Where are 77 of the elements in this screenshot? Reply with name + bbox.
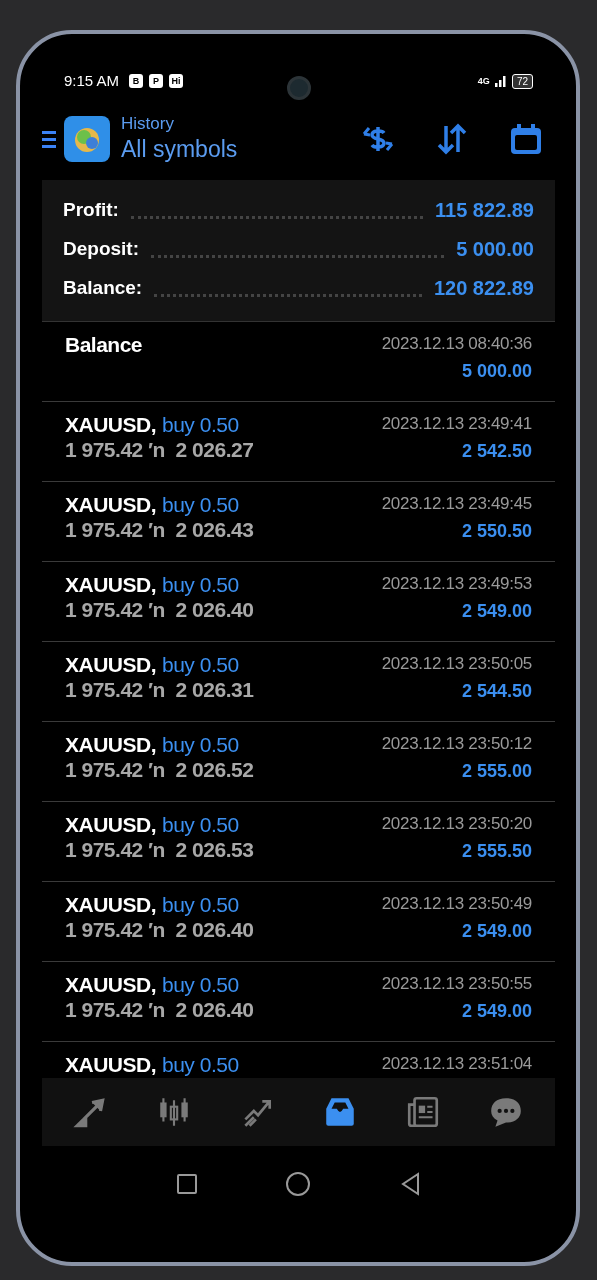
- operation-amount: 2 549.00: [461, 1000, 532, 1023]
- trade-type: buy 0.50: [162, 1052, 239, 1077]
- menu-icon[interactable]: [42, 129, 56, 149]
- summary-label: Profit:: [63, 198, 119, 222]
- screen-title: All symbols: [121, 135, 238, 164]
- recents-button[interactable]: [176, 1173, 197, 1194]
- status-time: 9:15 AM: [64, 70, 120, 91]
- operation-time: 2023.12.13 23:50:05: [381, 653, 532, 675]
- trade-type: buy 0.50: [162, 652, 239, 677]
- trade-prices: 1 975.42 ′n 2 026.40: [65, 997, 254, 1023]
- trade-symbol: XAUUSD,: [65, 652, 156, 677]
- history-row[interactable]: XAUUSD, buy 0.50 1 975.42 ′n 2 026.52 2023.12.13 23:50:12 2 555.00: [42, 722, 555, 802]
- summary-value: 5 000.00: [456, 236, 534, 262]
- trade-symbol: XAUUSD,: [65, 812, 156, 837]
- operation-time: 2023.12.13 23:50:20: [381, 813, 532, 835]
- history-row[interactable]: XAUUSD, buy 0.50 1 975.42 ′n 2 026.43 2023.12.13 23:49:45 2 550.50: [42, 482, 555, 562]
- summary-value: 120 822.89: [433, 275, 534, 301]
- operation-amount: 2 549.00: [461, 920, 532, 943]
- trade-symbol: XAUUSD,: [65, 492, 156, 517]
- trade-type: buy 0.50: [162, 572, 239, 597]
- trade-symbol: XAUUSD,: [65, 412, 156, 437]
- history-row[interactable]: XAUUSD, buy 0.50 1 975.42 ′n 2 026.31 2023.12.13 23:50:05 2 544.50: [42, 642, 555, 722]
- trade-type: buy 0.50: [162, 812, 239, 837]
- operation-time: 2023.12.13 23:51:04: [381, 1053, 532, 1075]
- history-row[interactable]: XAUUSD, buy 0.50 1 975.42 ′n 2 026.27 2023.12.13 23:49:41 2 542.50: [42, 402, 555, 482]
- notification-icon: B: [129, 74, 144, 88]
- calendar-icon[interactable]: [509, 122, 543, 156]
- trade-symbol: XAUUSD,: [65, 1052, 156, 1077]
- home-button[interactable]: [286, 1171, 311, 1196]
- summary-label: Balance:: [63, 276, 143, 300]
- operation-time: 2023.12.13 08:40:36: [381, 333, 532, 355]
- trade-type: buy 0.50: [162, 732, 239, 757]
- history-row[interactable]: XAUUSD, buy 0.50 1 975.42 ′n 2 026.40 2023.12.13 23:49:53 2 549.00: [42, 562, 555, 642]
- trade-symbol: XAUUSD,: [65, 732, 156, 757]
- operation-amount: 5 000.00: [461, 360, 532, 383]
- operation-amount: 2 555.00: [461, 760, 532, 783]
- trade-prices: 1 975.42 ′n 2 026.53: [65, 837, 254, 863]
- operation-time: 2023.12.13 23:49:45: [381, 493, 532, 515]
- history-row[interactable]: XAUUSD, buy 0.50 1 975.42 ′n 2 026.40 2023.12.13 23:50:49 2 549.00: [42, 882, 555, 962]
- trade-symbol: XAUUSD,: [65, 972, 156, 997]
- operation-time: 2023.12.13 23:49:53: [381, 573, 532, 595]
- operation-time: 2023.12.13 23:50:49: [381, 893, 532, 915]
- history-row[interactable]: Balance 2023.12.13 08:40:36 5 000.00: [42, 322, 555, 402]
- trade-type: buy 0.50: [162, 892, 239, 917]
- network-label: 4G: [477, 76, 490, 86]
- operation-amount: 2 549.00: [461, 600, 532, 623]
- history-row[interactable]: XAUUSD, buy 0.50 1 975.42 ′n 2 026.40 2023.12.13 23:50:55 2 549.00: [42, 962, 555, 1042]
- screen-subtitle: History: [121, 114, 175, 134]
- trade-symbol: XAUUSD,: [65, 572, 156, 597]
- operation-title: Balance: [65, 332, 143, 358]
- history-row[interactable]: XAUUSD, buy 0.50 1 975.42 ′n 2 026.53 2023.12.13 23:50:20 2 555.50: [42, 802, 555, 882]
- trade-symbol: XAUUSD,: [65, 892, 156, 917]
- notification-icon: Hi: [169, 74, 184, 88]
- operation-amount: 2 550.50: [461, 520, 532, 543]
- operation-time: 2023.12.13 23:50:12: [381, 733, 532, 755]
- trade-prices: 1 975.42 ′n 2 026.40: [65, 917, 254, 943]
- app-logo-icon: [64, 116, 110, 162]
- signal-icon: [493, 75, 508, 87]
- operation-amount: 2 555.50: [461, 840, 532, 863]
- operation-time: 2023.12.13 23:49:41: [381, 413, 532, 435]
- operation-amount: 2 542.50: [461, 440, 532, 463]
- trade-prices: 1 975.42 ′n 2 026.52: [65, 757, 254, 783]
- trade-type: buy 0.50: [162, 412, 239, 437]
- sort-icon[interactable]: [435, 122, 469, 156]
- trade-prices: 1 975.42 ′n 2 026.40: [65, 597, 254, 623]
- trade-prices: 1 975.42 ′n 2 026.27: [65, 437, 254, 463]
- operation-time: 2023.12.13 23:50:55: [381, 973, 532, 995]
- trade-type: buy 0.50: [162, 972, 239, 997]
- trade-prices: 1 975.42 ′n 2 026.31: [65, 677, 254, 703]
- battery-indicator: 72: [511, 73, 533, 89]
- summary-label: Deposit:: [63, 237, 139, 261]
- summary-value: 115 822.89: [435, 197, 534, 223]
- trade-prices: 1 975.42 ′n 2 026.43: [65, 517, 254, 543]
- trade-type: buy 0.50: [162, 492, 239, 517]
- back-button[interactable]: [400, 1171, 421, 1196]
- operation-amount: 2 544.50: [461, 680, 532, 703]
- notification-icon: P: [149, 74, 164, 88]
